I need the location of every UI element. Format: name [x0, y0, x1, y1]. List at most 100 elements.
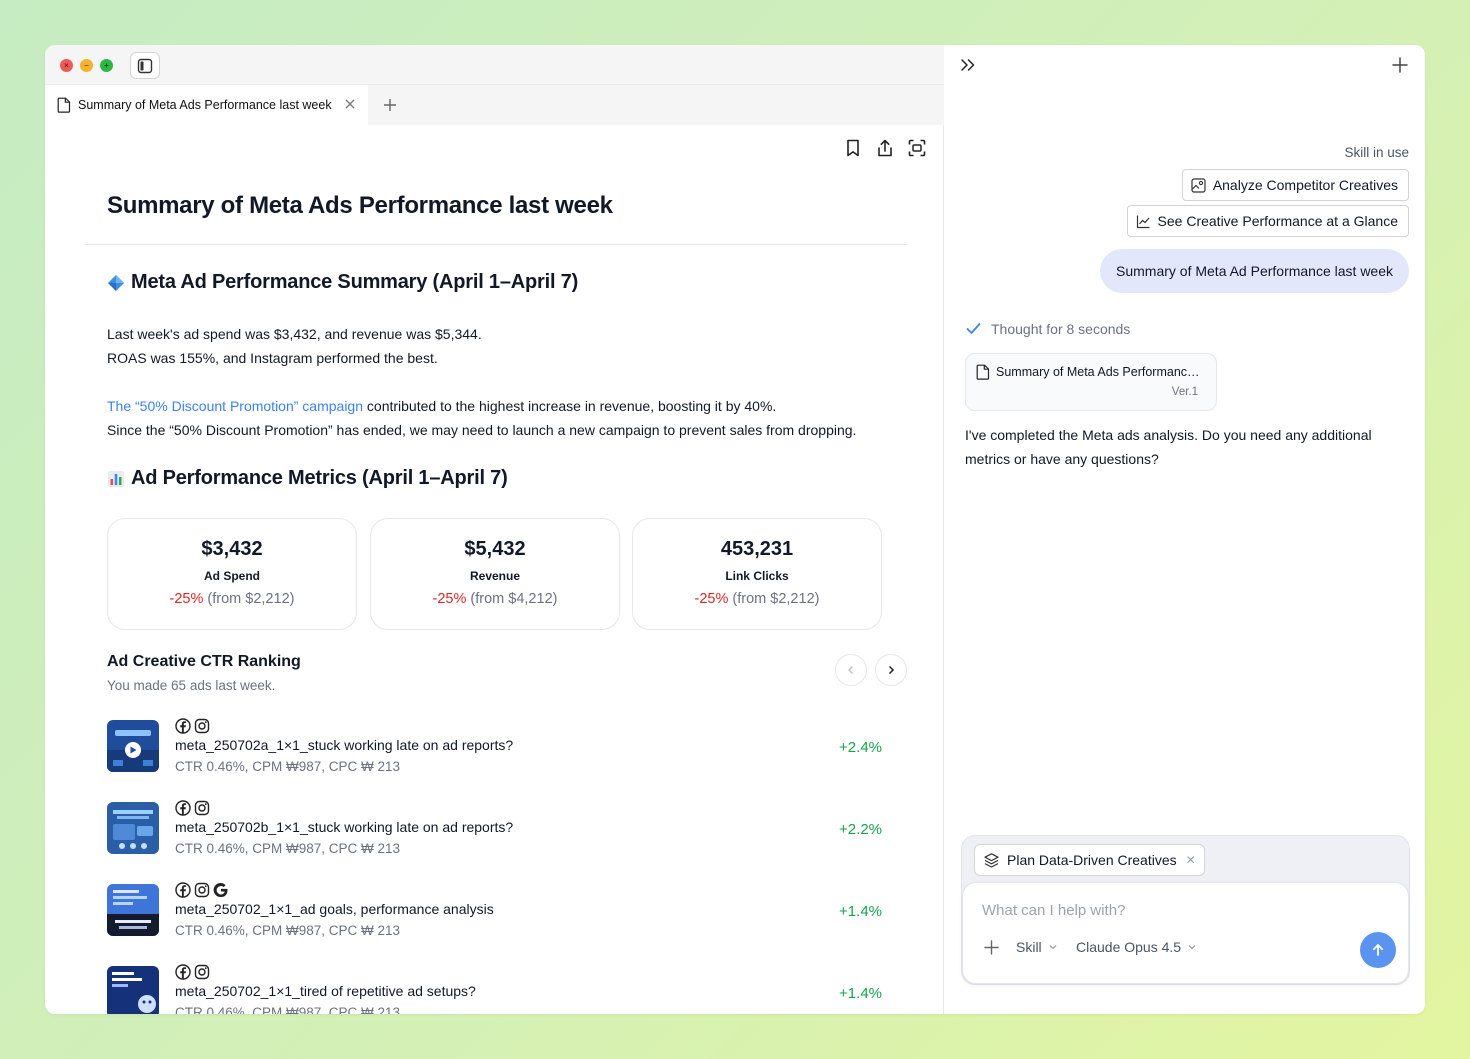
sidebar-icon — [137, 58, 153, 73]
screenshot-icon — [908, 139, 926, 157]
close-window-button[interactable]: × — [60, 59, 73, 72]
metric-change-percent: -25% — [169, 591, 204, 607]
metric-card-ad-spend: $3,432 Ad Spend -25% (from $2,212) — [107, 518, 357, 630]
ad-delta: +2.4% — [839, 739, 882, 756]
chevron-left-icon — [847, 665, 854, 675]
check-icon — [965, 320, 982, 337]
facebook-icon — [175, 964, 191, 980]
metric-change: -25% (from $2,212) — [108, 591, 356, 607]
summary-paragraph: Last week's ad spend was $3,432, and rev… — [107, 322, 482, 370]
skill-select[interactable]: Skill — [1016, 939, 1058, 955]
close-icon[interactable] — [343, 97, 357, 111]
platform-icons — [175, 718, 210, 734]
title-bar: × – + — [45, 45, 944, 85]
image-search-icon — [1191, 177, 1206, 193]
active-skill-label: Plan Data-Driven Creatives — [1007, 852, 1177, 868]
facebook-icon — [175, 800, 191, 816]
ad-thumbnail[interactable] — [107, 966, 159, 1014]
artifact-card[interactable]: Summary of Meta Ads Performance last wee… — [965, 353, 1217, 411]
metric-label: Link Clicks — [725, 569, 789, 583]
remove-skill-icon[interactable]: ✕ — [1186, 853, 1196, 867]
chevron-down-icon — [1187, 942, 1197, 952]
artifact-title: Summary of Meta Ads Performance last wee… — [996, 365, 1206, 379]
active-skill-pill[interactable]: Plan Data-Driven Creatives ✕ — [974, 844, 1205, 876]
skill-in-use-label: Skill in use — [1344, 145, 1409, 160]
model-select[interactable]: Claude Opus 4.5 — [1076, 939, 1197, 955]
message-input[interactable]: What can I help with? — [982, 902, 1125, 919]
ad-row[interactable]: meta_250702b_1×1_stuck working late on a… — [107, 800, 887, 864]
ad-thumbnail[interactable] — [107, 884, 159, 936]
metric-change-percent: -25% — [432, 591, 467, 607]
instagram-icon — [194, 800, 210, 816]
new-chat-icon[interactable] — [1391, 56, 1409, 74]
tab-bar: Summary of Meta Ads Performance last wee… — [45, 85, 944, 125]
line-chart-icon — [1136, 214, 1151, 229]
metric-value: $3,432 — [201, 538, 263, 560]
minimize-window-button[interactable]: – — [80, 59, 93, 72]
platform-icons — [175, 800, 210, 816]
campaign-text: contributed to the highest increase in r… — [363, 398, 777, 414]
metric-card-revenue: $5,432 Revenue -25% (from $4,212) — [370, 518, 620, 630]
platform-icons — [175, 964, 210, 980]
metric-value: 453,231 — [720, 538, 794, 560]
ad-name: meta_250702a_1×1_stuck working late on a… — [175, 737, 514, 753]
next-button[interactable] — [875, 654, 907, 686]
metrics-heading-text: Ad Performance Metrics (April 1–April 7) — [131, 467, 508, 489]
send-button[interactable] — [1360, 932, 1396, 968]
document-pane: × – + Summary of Meta Ads Performance la… — [45, 45, 944, 1014]
document-icon — [976, 364, 990, 380]
layers-icon — [984, 852, 999, 868]
ranking-title: Ad Creative CTR Ranking — [107, 653, 301, 670]
campaign-line: The “50% Discount Promotion” campaign co… — [107, 394, 856, 418]
skill-chip-label: Analyze Competitor Creatives — [1212, 177, 1398, 193]
metric-label: Ad Spend — [204, 569, 260, 583]
new-tab-icon[interactable] — [382, 97, 398, 113]
campaign-line: Since the “50% Discount Promotion” has e… — [107, 422, 857, 438]
ad-row[interactable]: meta_250702a_1×1_stuck working late on a… — [107, 718, 887, 782]
thought-status[interactable]: Thought for 8 seconds — [965, 320, 1130, 337]
ad-delta: +1.4% — [839, 985, 882, 1002]
summary-heading-text: Meta Ad Performance Summary (April 1–Apr… — [131, 271, 579, 293]
previous-button[interactable] — [835, 654, 867, 686]
maximize-window-button[interactable]: + — [100, 59, 113, 72]
ad-thumbnail[interactable] — [107, 802, 159, 854]
campaign-link[interactable]: The “50% Discount Promotion” campaign — [107, 398, 363, 414]
metric-label: Revenue — [469, 569, 521, 583]
ad-row[interactable]: meta_250702_1×1_ad goals, performance an… — [107, 882, 887, 946]
instagram-icon — [194, 964, 210, 980]
metric-change-from: (from $2,212) — [207, 591, 295, 607]
bookmark-button[interactable] — [843, 138, 863, 158]
ad-name: meta_250702_1×1_tired of repetitive ad s… — [175, 983, 476, 999]
attach-plus-icon[interactable] — [983, 939, 1000, 956]
share-icon — [878, 139, 892, 156]
app-window: × – + Summary of Meta Ads Performance la… — [45, 45, 1425, 1014]
skill-chip-creative-performance[interactable]: See Creative Performance at a Glance — [1126, 205, 1409, 237]
metric-change-percent: -25% — [694, 591, 729, 607]
metric-change: -25% (from $4,212) — [371, 591, 619, 607]
skill-chip-analyze-competitor[interactable]: Analyze Competitor Creatives — [1181, 169, 1409, 201]
ad-delta: +1.4% — [839, 903, 882, 920]
sidebar-toggle-button[interactable] — [130, 52, 160, 79]
facebook-icon — [175, 882, 191, 898]
skill-chip-label: See Creative Performance at a Glance — [1157, 213, 1398, 229]
metric-change: -25% (from $2,212) — [633, 591, 881, 607]
chevron-right-icon — [888, 665, 895, 675]
document-toolbar — [843, 138, 927, 158]
metric-card-link-clicks: 453,231 Link Clicks -25% (from $2,212) — [632, 518, 882, 630]
chevron-down-icon — [1048, 942, 1058, 952]
metric-change-from: (from $2,212) — [732, 591, 820, 607]
ad-name: meta_250702_1×1_ad goals, performance an… — [175, 901, 494, 917]
bar-chart-icon — [107, 470, 125, 488]
share-button[interactable] — [875, 138, 895, 158]
instagram-icon — [194, 882, 210, 898]
ad-row[interactable]: meta_250702_1×1_tired of repetitive ad s… — [107, 964, 887, 1014]
user-message: Summary of Meta Ad Performance last week — [1100, 249, 1409, 293]
ad-thumbnail[interactable] — [107, 720, 159, 772]
collapse-panel-icon[interactable] — [959, 56, 977, 74]
capture-button[interactable] — [907, 138, 927, 158]
facebook-icon — [175, 718, 191, 734]
tab-document[interactable]: Summary of Meta Ads Performance last wee… — [45, 85, 368, 125]
message-composer: What can I help with? Skill Claude Opus … — [962, 882, 1409, 984]
chat-pane: Skill in use Analyze Competitor Creative… — [945, 45, 1425, 1014]
document-icon — [57, 97, 71, 113]
